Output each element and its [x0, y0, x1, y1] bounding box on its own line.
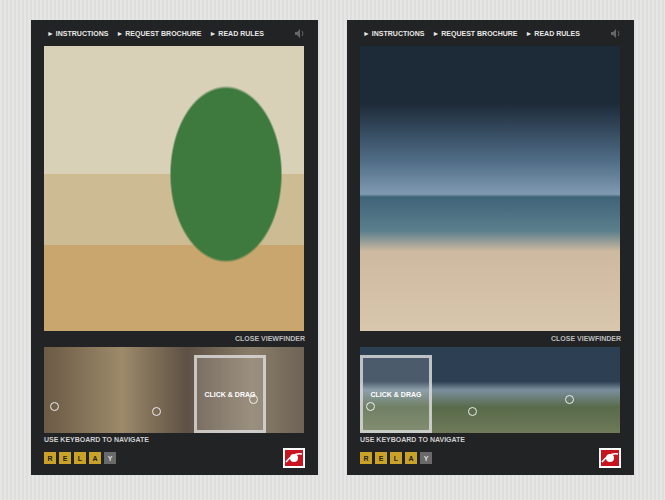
key[interactable]: E	[375, 452, 387, 464]
hotspot-marker[interactable]	[50, 402, 59, 411]
viewfinder-panel: ► INSTRUCTIONS ► REQUEST BROCHURE ► READ R…	[347, 20, 634, 475]
main-photo[interactable]	[44, 46, 304, 331]
key-row: RELAY	[360, 452, 432, 464]
key[interactable]: R	[44, 452, 56, 464]
key[interactable]: A	[405, 452, 417, 464]
close-viewfinder-button[interactable]: CLOSE VIEWFINDER	[551, 335, 621, 342]
keyboard-label: USE KEYBOARD TO NAVIGATE	[44, 436, 305, 446]
key[interactable]: L	[74, 452, 86, 464]
key[interactable]: Y	[420, 452, 432, 464]
panorama-strip[interactable]: CLICK & DRAG	[360, 347, 620, 433]
close-viewfinder-button[interactable]: CLOSE VIEWFINDER	[235, 335, 305, 342]
close-row: CLOSE VIEWFINDER	[360, 331, 621, 345]
nav-link[interactable]: ► READ RULES	[209, 30, 263, 37]
nav-link[interactable]: ► INSTRUCTIONS	[47, 30, 108, 37]
close-row: CLOSE VIEWFINDER	[44, 331, 305, 345]
key[interactable]: A	[89, 452, 101, 464]
nav-link[interactable]: ► INSTRUCTIONS	[363, 30, 424, 37]
drag-label: CLICK & DRAG	[205, 391, 256, 398]
bottom-row: RELAY	[44, 448, 305, 468]
panorama-strip[interactable]: CLICK & DRAG	[44, 347, 304, 433]
key[interactable]: L	[390, 452, 402, 464]
key[interactable]: Y	[104, 452, 116, 464]
nav-bar: ► INSTRUCTIONS ► REQUEST BROCHURE ► READ R…	[360, 20, 621, 46]
drag-label: CLICK & DRAG	[371, 391, 422, 398]
nav-link[interactable]: ► READ RULES	[525, 30, 579, 37]
saturn-logo-icon[interactable]	[283, 448, 305, 468]
keyboard-label: USE KEYBOARD TO NAVIGATE	[360, 436, 621, 446]
hotspot-marker[interactable]	[152, 407, 161, 416]
speaker-icon[interactable]	[295, 29, 305, 38]
drag-window[interactable]: CLICK & DRAG	[360, 355, 432, 433]
key-row: RELAY	[44, 452, 116, 464]
viewfinder-panel: ► INSTRUCTIONS ► REQUEST BROCHURE ► READ R…	[31, 20, 318, 475]
hotspot-marker[interactable]	[468, 407, 477, 416]
main-photo[interactable]	[360, 46, 620, 331]
drag-window[interactable]: CLICK & DRAG	[194, 355, 266, 433]
saturn-logo-icon[interactable]	[599, 448, 621, 468]
key[interactable]: E	[59, 452, 71, 464]
bottom-row: RELAY	[360, 448, 621, 468]
speaker-icon[interactable]	[611, 29, 621, 38]
page: ► INSTRUCTIONS ► REQUEST BROCHURE ► READ R…	[0, 0, 665, 500]
nav-link[interactable]: ► REQUEST BROCHURE	[116, 30, 201, 37]
hotspot-marker[interactable]	[565, 395, 574, 404]
key[interactable]: R	[360, 452, 372, 464]
nav-bar: ► INSTRUCTIONS ► REQUEST BROCHURE ► READ R…	[44, 20, 305, 46]
nav-link[interactable]: ► REQUEST BROCHURE	[432, 30, 517, 37]
